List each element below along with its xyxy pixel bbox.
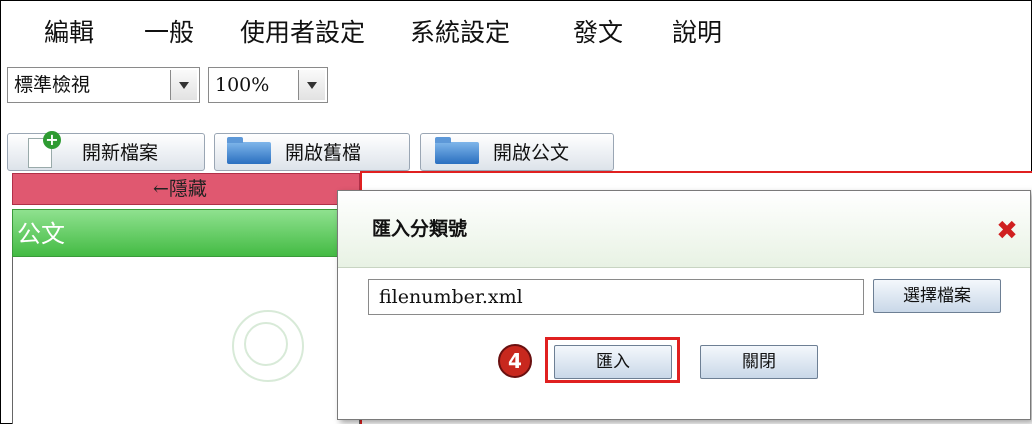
dropdown-arrow-icon[interactable] xyxy=(298,70,325,100)
import-button[interactable]: 匯入 xyxy=(554,345,672,379)
menu-edit[interactable]: 編輯 xyxy=(44,18,94,48)
import-category-dialog: 匯入分類號 ✖ filenumber.xml 選擇檔案 4 匯入 關閉 xyxy=(337,190,1031,420)
view-mode-value: 標準檢視 xyxy=(14,74,91,96)
menu-user-settings[interactable]: 使用者設定 xyxy=(240,18,365,48)
document-panel-body xyxy=(12,257,360,424)
close-icon[interactable]: ✖ xyxy=(995,218,1019,244)
open-document-button[interactable]: 開啟公文 xyxy=(420,133,614,171)
open-old-label: 開啟舊檔 xyxy=(285,142,362,164)
zoom-value: 100% xyxy=(215,74,270,96)
menu-help[interactable]: 說明 xyxy=(672,18,722,48)
dialog-title-bar: 匯入分類號 ✖ xyxy=(338,191,1030,268)
menu-system-settings[interactable]: 系統設定 xyxy=(410,18,510,48)
dialog-title: 匯入分類號 xyxy=(372,218,468,240)
new-file-label: 開新檔案 xyxy=(82,142,159,164)
dropdown-arrow-icon[interactable] xyxy=(170,70,197,100)
open-folder-icon xyxy=(227,137,271,164)
choose-file-button[interactable]: 選擇檔案 xyxy=(873,279,1001,313)
menu-dispatch[interactable]: 發文 xyxy=(573,18,623,48)
hide-panel-label: ←隱藏 xyxy=(153,178,207,200)
document-panel-header[interactable]: 公文 xyxy=(12,209,360,257)
document-folder-icon xyxy=(435,137,479,164)
hide-panel-bar[interactable]: ←隱藏 xyxy=(12,173,360,205)
new-file-icon: + xyxy=(28,131,61,168)
menu-bar: 編輯 一般 使用者設定 系統設定 發文 說明 xyxy=(0,0,1032,64)
open-old-button[interactable]: 開啟舊檔 xyxy=(214,133,410,171)
decorative-swirl xyxy=(232,310,304,382)
close-dialog-button[interactable]: 關閉 xyxy=(700,345,818,379)
view-mode-select[interactable]: 標準檢視 xyxy=(7,67,200,103)
zoom-select[interactable]: 100% xyxy=(208,67,328,103)
step-badge: 4 xyxy=(498,344,532,378)
open-document-label: 開啟公文 xyxy=(493,142,570,164)
document-panel-title: 公文 xyxy=(17,220,65,248)
menu-general[interactable]: 一般 xyxy=(144,18,194,48)
file-path-input[interactable]: filenumber.xml xyxy=(368,279,864,315)
new-file-button[interactable]: + 開新檔案 xyxy=(7,131,205,171)
